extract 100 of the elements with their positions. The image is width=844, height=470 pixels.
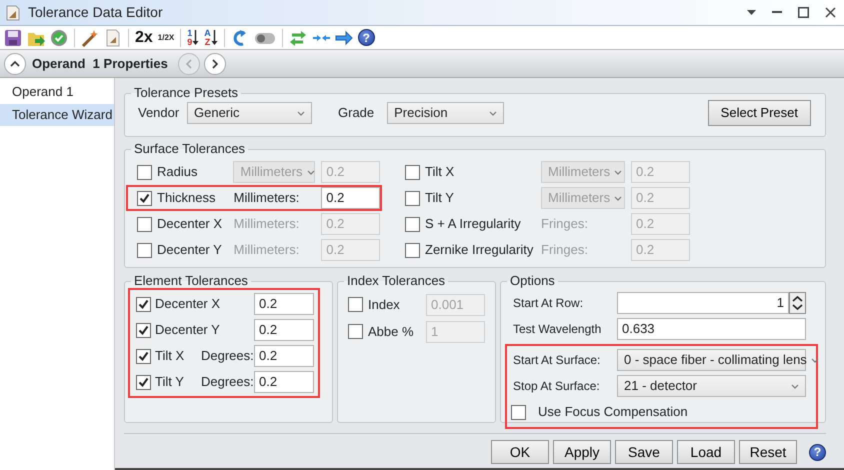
- checkbox[interactable]: [136, 322, 151, 338]
- option-label: Decenter Y: [157, 241, 223, 260]
- field-label: Start At Surface:: [512, 352, 602, 369]
- checkbox[interactable]: [137, 164, 152, 180]
- checkbox[interactable]: [137, 216, 152, 232]
- value-field[interactable]: 0.2: [254, 319, 314, 341]
- field-label: Stop At Surface:: [512, 378, 601, 395]
- option-label: Tilt X: [155, 347, 186, 366]
- dialog-button[interactable]: OK: [491, 440, 549, 464]
- option-label: Abbe %: [368, 322, 415, 341]
- field-label: Vendor: [138, 104, 180, 122]
- option-label: S + A Irregularity: [425, 215, 522, 234]
- field-label: Grade: [338, 104, 374, 122]
- save-icon[interactable]: [4, 28, 22, 46]
- help-button[interactable]: ?: [358, 29, 375, 46]
- caret-icon: [614, 170, 622, 174]
- spinner[interactable]: [789, 292, 806, 314]
- option-label: Thickness: [157, 189, 217, 208]
- wand-icon[interactable]: [81, 28, 99, 46]
- vendor-dropdown[interactable]: Generic: [187, 102, 312, 124]
- group-title: Options: [509, 274, 556, 288]
- page-icon[interactable]: [104, 28, 122, 46]
- option-label: Decenter X: [157, 215, 224, 234]
- checkbox[interactable]: [405, 164, 420, 180]
- unit-label: Millimeters:: [234, 189, 300, 208]
- checkbox[interactable]: [405, 216, 420, 232]
- unit-label: Fringes:: [541, 241, 589, 260]
- field-label: Test Wavelength: [512, 321, 602, 338]
- minimize-icon[interactable]: [772, 11, 782, 14]
- checkbox[interactable]: [348, 324, 363, 339]
- group-title: Tolerance Presets: [133, 86, 240, 100]
- checkbox[interactable]: [348, 297, 363, 312]
- zoom-button[interactable]: 2x: [134, 28, 154, 48]
- value-field[interactable]: 0.2: [254, 345, 314, 367]
- grade-dropdown[interactable]: Precision: [387, 102, 504, 124]
- panel-title: Operand 1 Properties: [32, 54, 168, 73]
- caret-icon: [489, 110, 498, 116]
- option-label: Use Focus Compensation: [538, 403, 688, 422]
- unit-label: Fringes:: [541, 215, 589, 234]
- select-preset-button[interactable]: Select Preset: [708, 100, 811, 126]
- caret-icon: [791, 384, 799, 388]
- option-label: Tilt X: [425, 163, 456, 182]
- field-label: Start At Row:: [512, 295, 584, 312]
- checkbox[interactable]: [405, 190, 420, 206]
- unit-label: Degrees:: [201, 347, 254, 366]
- chevron-left-icon: [186, 58, 192, 68]
- value-field[interactable]: 0.2: [321, 187, 380, 209]
- sidebar-item[interactable]: Tolerance Wizard: [0, 104, 114, 126]
- dialog-button[interactable]: Save: [615, 440, 673, 464]
- checkbox[interactable]: [137, 190, 152, 206]
- value-field[interactable]: 0.2: [254, 293, 314, 315]
- caret-icon: [306, 170, 315, 174]
- surface-dropdown[interactable]: 21 - detector: [617, 375, 806, 397]
- chevron-up-icon: [10, 60, 20, 66]
- unit-label: Millimeters:: [234, 215, 300, 234]
- option-label: Tilt Y: [155, 373, 185, 392]
- sort-button[interactable]: 1 9: [186, 28, 200, 48]
- sort-button[interactable]: A Z: [203, 28, 219, 48]
- dialog-button[interactable]: Load: [677, 440, 735, 464]
- dialog-button[interactable]: Reset: [739, 440, 797, 464]
- unit-label: Degrees:: [201, 373, 254, 392]
- window-title: Tolerance Data Editor: [28, 3, 163, 22]
- number-field[interactable]: 1: [617, 292, 789, 314]
- group-title: Element Tolerances: [133, 274, 249, 288]
- sidebar-item[interactable]: Operand 1: [0, 81, 114, 104]
- right-arrow-icon[interactable]: [334, 28, 353, 46]
- swap-arrows-icon[interactable]: [288, 28, 307, 46]
- zoom-button[interactable]: 1/2X: [156, 28, 176, 48]
- checkbox[interactable]: [136, 348, 151, 364]
- document-icon: [6, 4, 20, 20]
- option-label: Zernike Irregularity: [425, 241, 534, 260]
- checkbox[interactable]: [137, 242, 152, 258]
- checkbox[interactable]: [511, 404, 526, 420]
- close-icon[interactable]: [825, 7, 836, 18]
- dialog-button[interactable]: Apply: [553, 440, 611, 464]
- chevron-right-icon: [212, 58, 218, 68]
- maximize-icon[interactable]: [798, 7, 809, 18]
- collapse-button[interactable]: [4, 52, 26, 74]
- checkmark-icon[interactable]: [50, 28, 68, 46]
- down-arrow-icon: [192, 29, 200, 46]
- option-label: Tilt Y: [425, 189, 455, 208]
- checkbox[interactable]: [405, 242, 420, 258]
- option-label: Decenter Y: [155, 321, 221, 340]
- unit-label: Millimeters:: [234, 241, 300, 260]
- down-arrow-icon: [210, 29, 218, 46]
- caret-icon: [810, 358, 819, 362]
- option-label: Decenter X: [155, 295, 222, 314]
- checkbox[interactable]: [136, 374, 151, 390]
- dropdown-arrow-icon[interactable]: [747, 10, 756, 15]
- value-field[interactable]: 0.2: [254, 371, 314, 393]
- checkbox[interactable]: [136, 296, 151, 312]
- caret-icon: [614, 196, 622, 200]
- option-label: Radius: [157, 163, 198, 182]
- caret-icon: [297, 110, 305, 116]
- help-button[interactable]: ?: [809, 444, 826, 460]
- group-title: Surface Tolerances: [133, 142, 246, 156]
- wavelength-field[interactable]: 0.633: [617, 318, 806, 340]
- forward-button[interactable]: [204, 52, 226, 74]
- option-label: Index: [368, 296, 401, 314]
- group-title: Index Tolerances: [346, 274, 446, 288]
